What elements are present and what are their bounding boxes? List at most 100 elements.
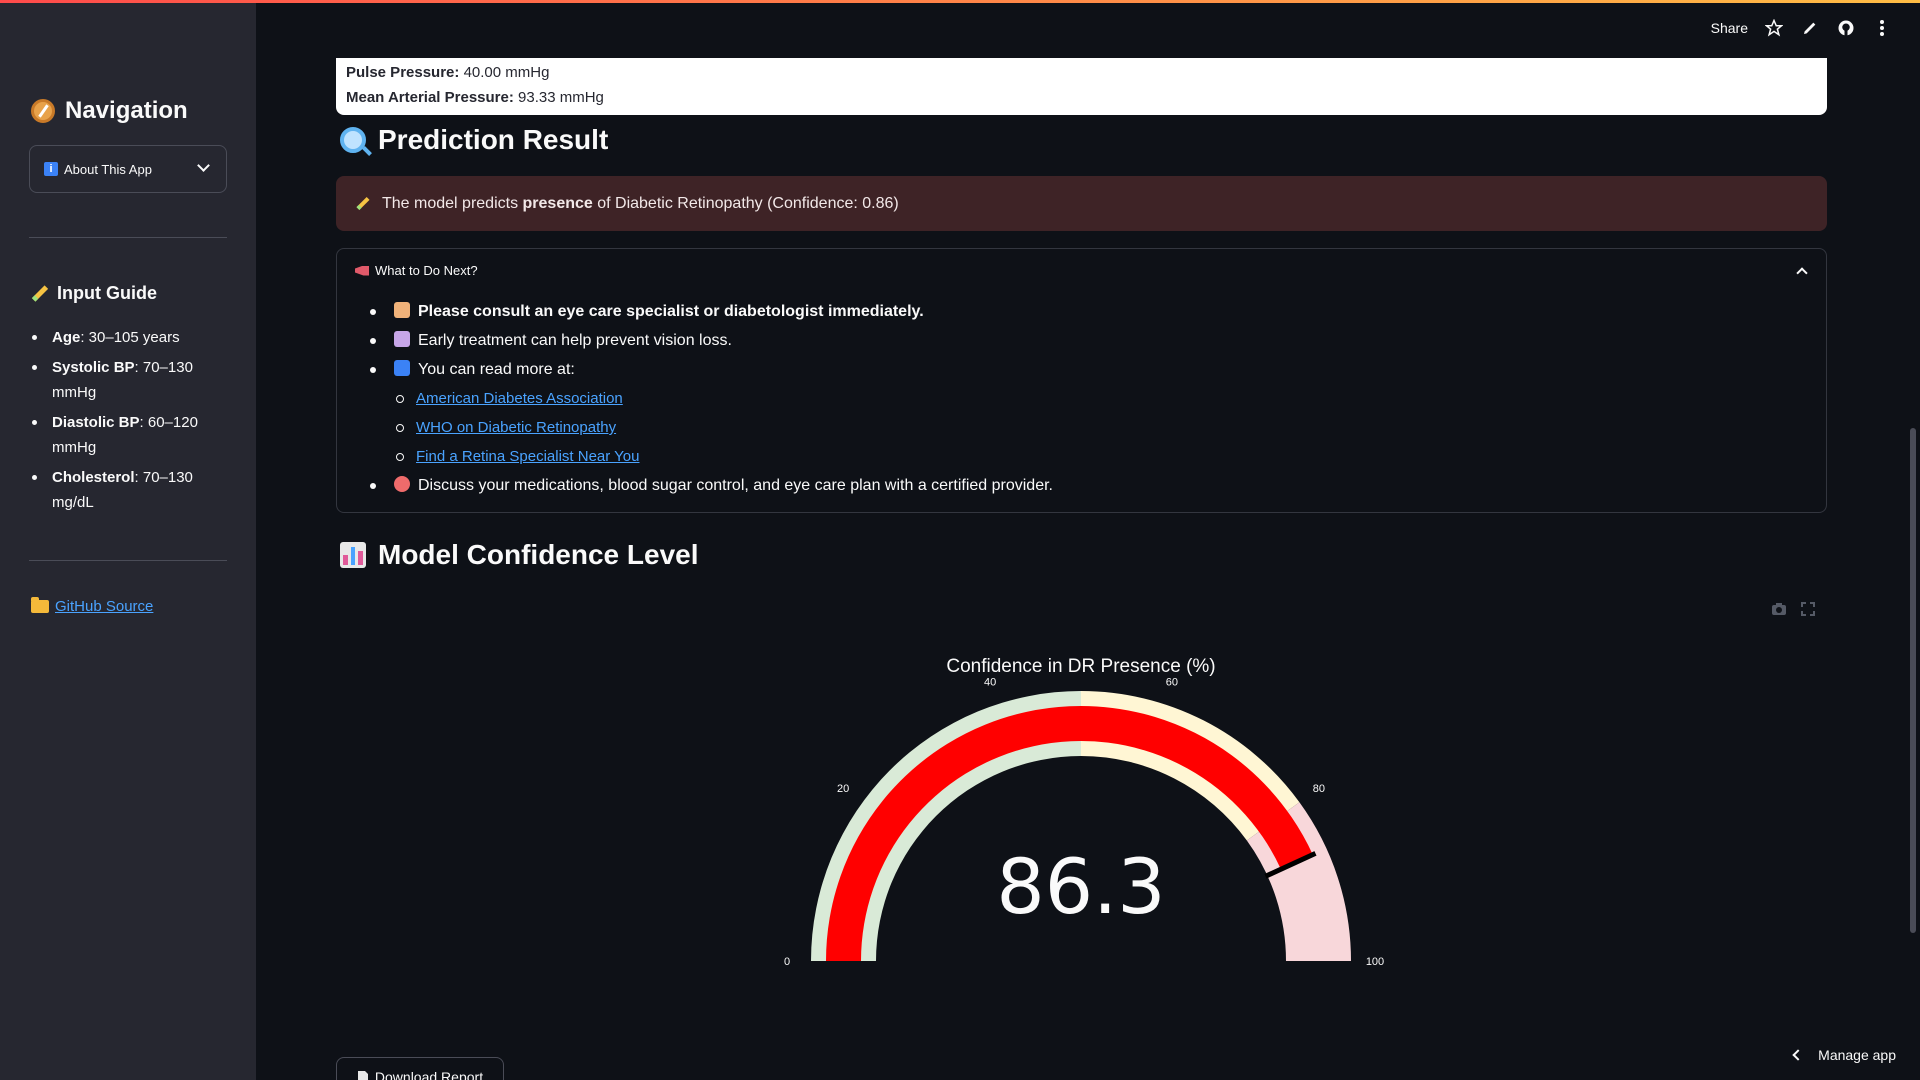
prediction-alert: The model predicts presence of Diabetic … [336, 176, 1827, 231]
chart-toolbar [1771, 602, 1815, 621]
guide-label: Systolic BP [52, 359, 135, 376]
ada-link[interactable]: American Diabetes Association [416, 390, 623, 407]
camera-icon[interactable] [1771, 602, 1787, 621]
manage-app-label: Manage app [1818, 1047, 1896, 1063]
nav-title-text: Navigation [65, 97, 188, 124]
map-value: 93.33 mmHg [518, 89, 604, 106]
guide-label: Age [52, 329, 81, 346]
bar-chart-icon-bar [350, 547, 356, 565]
bar-chart-icon-bar [358, 551, 364, 565]
guide-value: : 30–105 years [80, 329, 180, 346]
confidence-heading: Model Confidence Level [340, 539, 699, 571]
input-guide-list: Age: 30–105 years Systolic BP: 70–130 mm… [30, 325, 230, 520]
page-select[interactable]: i About This App [29, 145, 227, 193]
guide-label: Diastolic BP [52, 414, 140, 431]
guide-item-age: Age: 30–105 years [30, 325, 230, 350]
fullscreen-icon[interactable] [1801, 602, 1815, 621]
folder-icon [31, 597, 49, 613]
pill-icon [394, 476, 410, 492]
next-step-text: Please consult an eye care specialist or… [418, 303, 924, 320]
guide-item-systolic: Systolic BP: 70–130 mmHg [30, 355, 230, 405]
sidebar-divider [29, 560, 227, 561]
bar-chart-icon-bar [343, 555, 348, 565]
page-select-value: About This App [64, 161, 152, 177]
gauge-tick-label: 80 [1313, 783, 1325, 795]
list-item: WHO on Diabetic Retinopathy [394, 413, 1794, 442]
hospital-icon [394, 331, 410, 347]
gauge-title: Confidence in DR Presence (%) [946, 656, 1215, 677]
who-link[interactable]: WHO on Diabetic Retinopathy [416, 419, 616, 436]
gauge-tick-label: 100 [1366, 956, 1384, 968]
megaphone-icon [355, 265, 369, 276]
book-icon [394, 360, 410, 376]
top-toolbar: Share [1711, 18, 1892, 38]
edit-pencil-icon[interactable] [1800, 18, 1820, 38]
prediction-text-bold: presence [522, 194, 593, 212]
sidebar-divider [29, 237, 227, 238]
retina-specialist-link[interactable]: Find a Retina Specialist Near You [416, 448, 639, 465]
resource-links: American Diabetes Association WHO on Dia… [394, 384, 1794, 471]
next-step-text: You can read more at: [418, 361, 575, 378]
pulse-pressure-label: Pulse Pressure: [346, 64, 460, 81]
list-item: Discuss your medications, blood sugar co… [354, 471, 1794, 500]
top-accent-line [0, 0, 1920, 3]
pulse-pressure-row: Pulse Pressure: 40.00 mmHg [346, 60, 1817, 85]
list-item: Early treatment can help prevent vision … [354, 326, 1794, 355]
chevron-down-icon [197, 159, 210, 172]
next-steps-expander: What to Do Next? Please consult an eye c… [336, 248, 1827, 513]
guide-item-cholesterol: Cholesterol: 70–130 mg/dL [30, 465, 230, 515]
star-icon[interactable] [1764, 18, 1784, 38]
input-guide-title-text: Input Guide [57, 283, 157, 303]
share-button[interactable]: Share [1711, 20, 1748, 36]
compass-icon [31, 99, 55, 123]
list-item: Find a Retina Specialist Near You [394, 442, 1794, 471]
chevron-up-icon[interactable] [1796, 267, 1808, 279]
gauge-tick-label: 20 [837, 783, 849, 795]
gauge-value-label: 86.3 [996, 842, 1165, 931]
prediction-text-post: of Diabetic Retinopathy (Confidence: 0.8… [592, 194, 899, 212]
github-source-link[interactable]: GitHub Source [55, 598, 153, 615]
scrollbar[interactable] [1910, 428, 1916, 933]
pressure-metrics-card: Pulse Pressure: 40.00 mmHg Mean Arterial… [336, 58, 1827, 115]
prediction-title: Prediction Result [378, 124, 609, 155]
more-menu-icon[interactable] [1872, 18, 1892, 38]
manage-app-button[interactable]: Manage app [1792, 1047, 1896, 1063]
list-item: American Diabetes Association [394, 384, 1794, 413]
guide-item-diastolic: Diastolic BP: 60–120 mmHg [30, 410, 230, 460]
input-guide-title: Input Guide [31, 283, 157, 304]
gauge-tick-label: 60 [1166, 676, 1178, 688]
next-steps-list: Please consult an eye care specialist or… [354, 297, 1794, 500]
expander-title: What to Do Next? [375, 263, 478, 278]
gauge-tick-label: 40 [984, 676, 996, 688]
doctor-icon [394, 302, 410, 318]
map-label: Mean Arterial Pressure: [346, 89, 514, 106]
next-step-text: Discuss your medications, blood sugar co… [418, 477, 1053, 494]
sidebar-nav-title: Navigation [31, 97, 188, 125]
gauge-svg: Confidence in DR Presence (%) 0 20 40 60 80 1… [784, 656, 1384, 968]
info-icon: i [44, 162, 58, 176]
sidebar: Navigation i About This App Input Guide … [0, 3, 256, 1080]
expander-header[interactable]: What to Do Next? [355, 263, 478, 278]
guide-label: Cholesterol [52, 469, 135, 486]
magnifier-icon [340, 127, 366, 153]
pulse-pressure-value: 40.00 mmHg [463, 64, 550, 81]
list-item: You can read more at: American Diabetes … [354, 355, 1794, 471]
prediction-text-pre: The model predicts [382, 194, 523, 212]
pencil-icon [31, 285, 49, 302]
next-step-text: Early treatment can help prevent vision … [418, 332, 732, 349]
map-row: Mean Arterial Pressure: 93.33 mmHg [346, 85, 1817, 110]
list-item: Please consult an eye care specialist or… [354, 297, 1794, 326]
pencil-icon [356, 196, 370, 211]
bar-chart-icon [340, 542, 366, 568]
chevron-left-icon [1792, 1049, 1804, 1061]
prediction-text: The model predicts presence of Diabetic … [382, 195, 899, 213]
github-source: GitHub Source [31, 597, 153, 615]
document-icon [357, 1071, 368, 1080]
gauge-tick-label: 0 [784, 956, 790, 968]
confidence-title: Model Confidence Level [378, 539, 699, 570]
gauge-chart: Confidence in DR Presence (%) 0 20 40 60 80 1… [336, 590, 1827, 990]
download-report-button[interactable]: Download Report [336, 1057, 504, 1080]
prediction-heading: Prediction Result [340, 124, 608, 156]
github-icon[interactable] [1836, 18, 1856, 38]
download-report-label: Download Report [374, 1069, 484, 1080]
